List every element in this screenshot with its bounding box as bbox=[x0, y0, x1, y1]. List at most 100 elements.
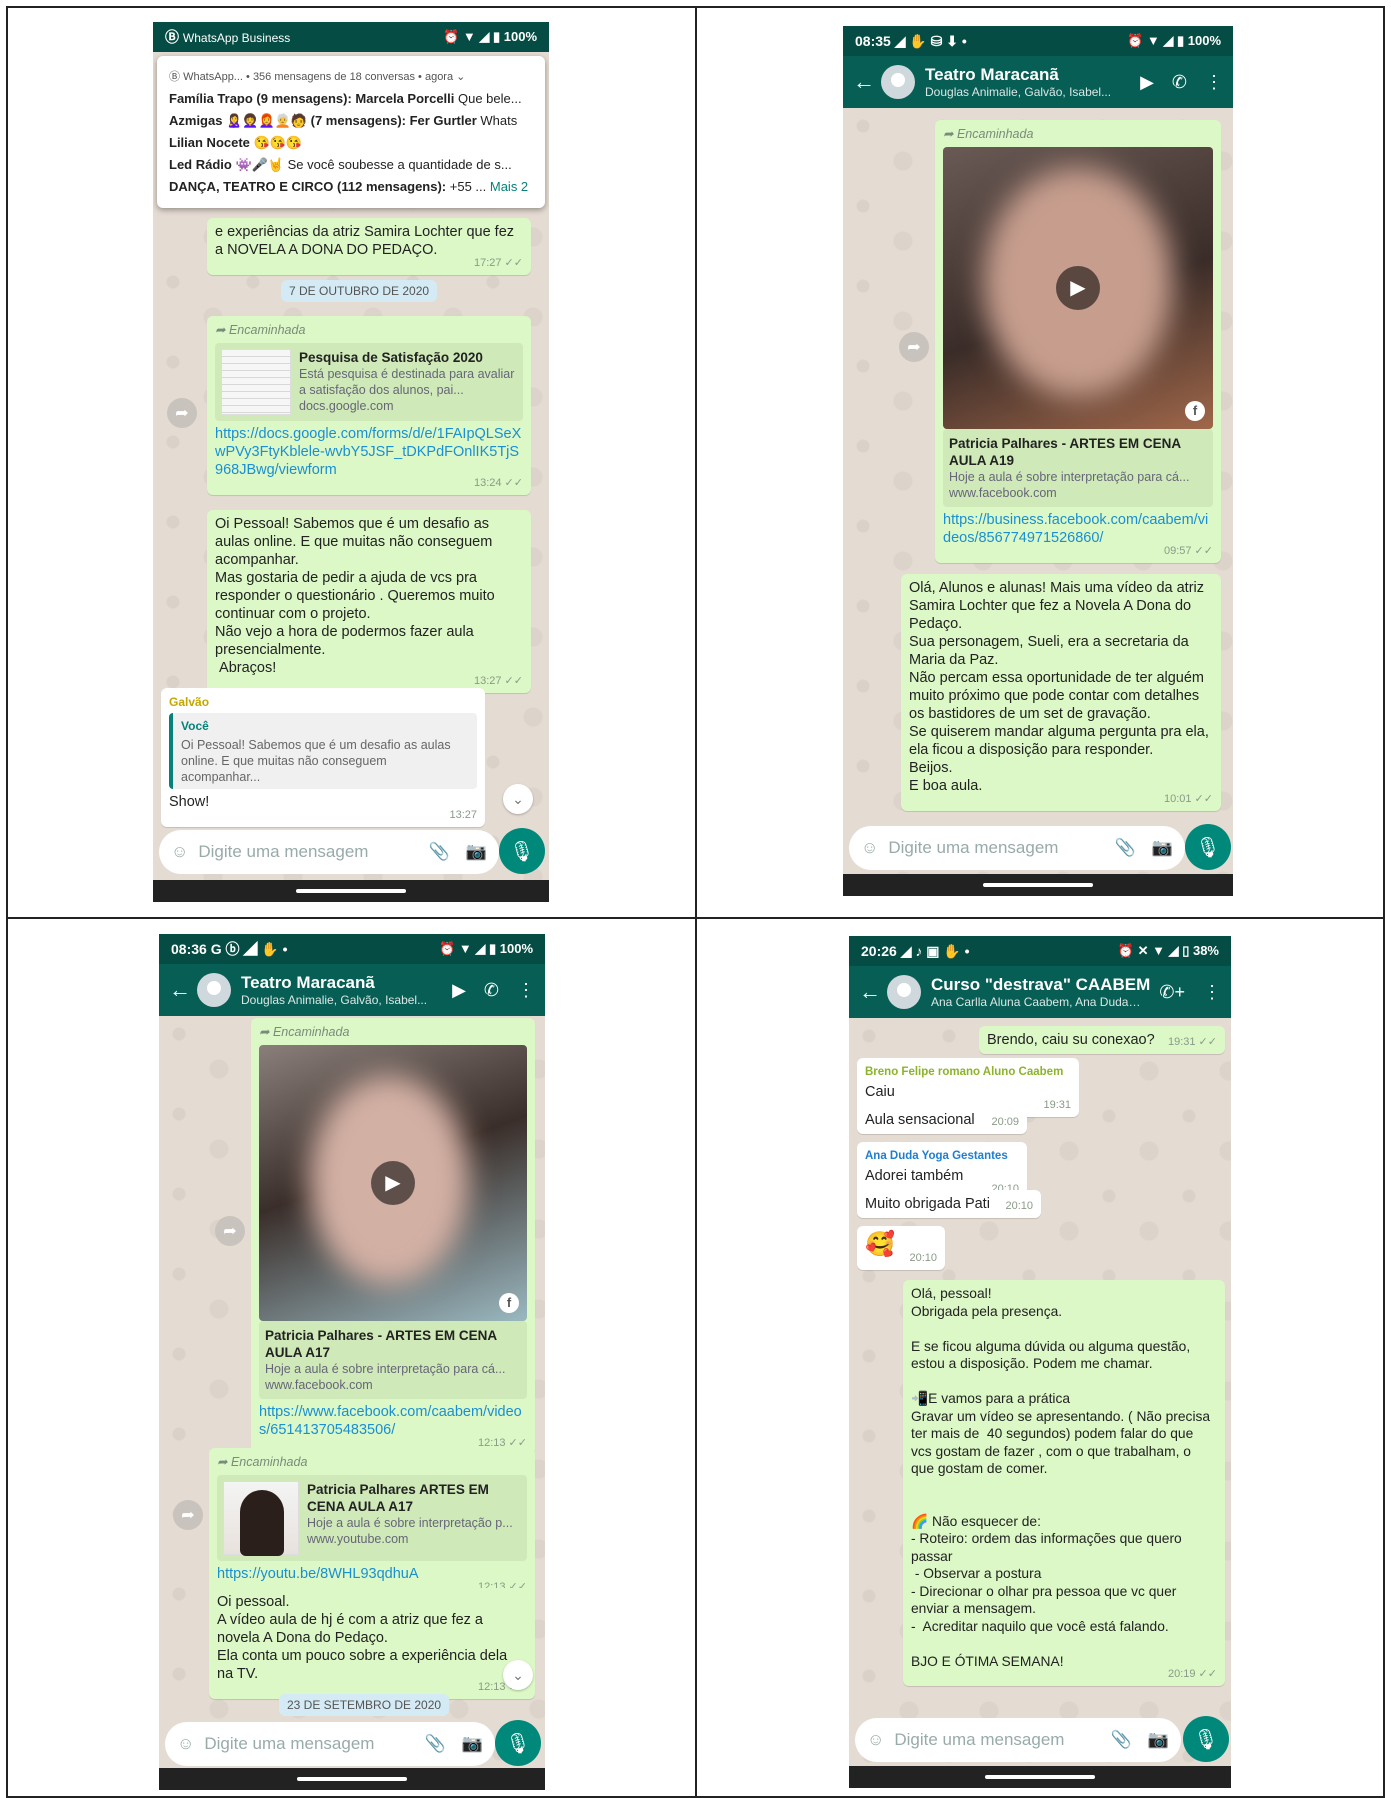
mic-icon[interactable]: 🎙 bbox=[495, 1720, 541, 1766]
mic-icon[interactable]: 🎙 bbox=[1185, 824, 1231, 870]
camera-icon[interactable]: 📷 bbox=[1148, 1730, 1169, 1750]
phone-1: Ⓑ WhatsApp Business ⏰ ▼ ◢ ▮ 100% e exper… bbox=[153, 22, 549, 902]
message-text: Brendo, caiu su conexao? bbox=[987, 1032, 1155, 1048]
attach-icon[interactable]: 📎 bbox=[429, 842, 450, 862]
preview-domain: www.facebook.com bbox=[949, 486, 1057, 500]
mic-icon[interactable]: 🎙 bbox=[499, 828, 545, 874]
more-notifications-link[interactable]: Mais 2 bbox=[490, 179, 528, 194]
forwarded-label: Encaminhada bbox=[228, 323, 306, 337]
forward-icon[interactable]: ➦ bbox=[215, 1216, 245, 1246]
message-bubble-incoming[interactable]: Aula sensacional 20:09 bbox=[857, 1106, 1027, 1134]
attach-icon[interactable]: 📎 bbox=[1115, 838, 1136, 858]
link-preview[interactable]: Patricia Palhares - ARTES EM CENA AULA A… bbox=[943, 429, 1213, 507]
scroll-down-icon[interactable]: ⌄ bbox=[503, 1660, 533, 1690]
link-preview[interactable]: Patricia Palhares - ARTES EM CENA AULA A… bbox=[259, 1321, 527, 1399]
forwarded-label: Encaminhada bbox=[956, 127, 1034, 141]
message-bubble[interactable]: e experiências da atriz Samira Lochter q… bbox=[207, 218, 531, 275]
message-bubble[interactable]: Brendo, caiu su conexao? 19:31 ✓✓ bbox=[979, 1026, 1225, 1054]
attach-icon[interactable]: 📎 bbox=[425, 1734, 446, 1754]
message-bubble-forwarded[interactable]: ➦ Encaminhada ▶ f Patricia Palhares - AR… bbox=[251, 1018, 535, 1455]
message-input[interactable]: ☺ Digite uma mensagem 📎 📷 bbox=[165, 1722, 495, 1766]
preview-thumbnail bbox=[221, 349, 291, 415]
status-app-name: WhatsApp Business bbox=[182, 31, 291, 45]
message-input[interactable]: ☺ Digite uma mensagem 📎 📷 bbox=[855, 1718, 1181, 1762]
back-arrow-icon[interactable]: ← bbox=[169, 977, 191, 1003]
notification-card[interactable]: Ⓑ WhatsApp... • 356 mensagens de 18 conv… bbox=[157, 56, 545, 208]
chat-header[interactable]: ← Teatro Maracanã Douglas Animalie, Galv… bbox=[159, 964, 545, 1016]
chat-title: Curso "destrava" CAABEM bbox=[931, 975, 1151, 994]
emoji-icon[interactable]: ☺ bbox=[867, 1730, 884, 1750]
notification-header: WhatsApp... • 356 mensagens de 18 conver… bbox=[183, 71, 454, 83]
phone-4: 20:26 ◢ ♪ ▣ ✋ • ⏰ ✕ ▼ ◢ ▯ 38% ← Curso "d… bbox=[849, 936, 1231, 1788]
chevron-down-icon[interactable]: ⌄ bbox=[456, 71, 465, 83]
scroll-down-icon[interactable]: ⌄ bbox=[503, 784, 533, 814]
link-preview[interactable]: Patricia Palhares ARTES EM CENA AULA A17… bbox=[217, 1475, 527, 1561]
preview-title: Patricia Palhares ARTES EM CENA AULA A17 bbox=[307, 1482, 489, 1514]
preview-title: Pesquisa de Satisfação 2020 bbox=[299, 350, 483, 365]
quoted-message[interactable]: Você Oi Pessoal! Sabemos que é um desafi… bbox=[169, 713, 477, 789]
navigation-bar bbox=[849, 1766, 1231, 1788]
phone-icon[interactable]: ✆ bbox=[1172, 72, 1187, 93]
message-input[interactable]: ☺ Digite uma mensagem 📎 📷 bbox=[849, 826, 1185, 870]
emoji-icon[interactable]: ☺ bbox=[171, 842, 188, 862]
phone-icon[interactable]: ✆ bbox=[484, 980, 499, 1001]
message-bubble[interactable]: Olá, pessoal! Obrigada pela presença. E … bbox=[903, 1280, 1225, 1686]
message-bubble[interactable]: Oi Pessoal! Sabemos que é um desafio as … bbox=[207, 510, 531, 693]
chat-header[interactable]: ← Teatro Maracanã Douglas Animalie, Galv… bbox=[843, 56, 1233, 108]
notification-sender: DANÇA, TEATRO E CIRCO (112 mensagens): bbox=[169, 179, 447, 194]
video-thumbnail[interactable]: ▶ f bbox=[259, 1045, 527, 1321]
message-input[interactable]: ☺ Digite uma mensagem 📎 📷 bbox=[159, 830, 499, 874]
message-bubble-forwarded[interactable]: ➦ Encaminhada ▶ f Patricia Palhares - AR… bbox=[935, 120, 1221, 563]
notification-sender: Família Trapo (9 mensagens): Marcela Por… bbox=[169, 91, 455, 106]
message-bubble-incoming[interactable]: 🥰 20:10 bbox=[857, 1226, 945, 1270]
message-link[interactable]: https://docs.google.com/forms/d/e/1FAIpQ… bbox=[215, 425, 523, 479]
message-bubble[interactable]: Oi pessoal. A vídeo aula de hj é com a a… bbox=[209, 1588, 535, 1699]
message-bubble-incoming[interactable]: Muito obrigada Pati 20:10 bbox=[857, 1190, 1041, 1218]
date-separator: 7 DE OUTUBRO DE 2020 bbox=[281, 280, 438, 302]
preview-description: Está pesquisa é destinada para avaliar a… bbox=[299, 367, 515, 397]
preview-title: Patricia Palhares - ARTES EM CENA AULA A… bbox=[949, 436, 1181, 468]
back-arrow-icon[interactable]: ← bbox=[859, 979, 881, 1005]
message-bubble[interactable]: Olá, Alunos e alunas! Mais uma vídeo da … bbox=[901, 574, 1221, 811]
mic-icon[interactable]: 🎙 bbox=[1183, 1716, 1229, 1762]
play-icon[interactable]: ▶ bbox=[1056, 266, 1100, 310]
emoji-icon[interactable]: ☺ bbox=[861, 838, 878, 858]
group-avatar[interactable] bbox=[197, 973, 231, 1007]
battery-level: 100% bbox=[503, 29, 537, 44]
status-icons: ⏰ ▼ ◢ ▮ bbox=[1127, 33, 1188, 48]
battery-level: 100% bbox=[499, 941, 533, 956]
group-avatar[interactable] bbox=[887, 975, 921, 1009]
forward-icon[interactable]: ➦ bbox=[167, 398, 197, 428]
message-sender: Ana Duda Yoga Gestantes bbox=[865, 1150, 1008, 1162]
facebook-icon: f bbox=[499, 1293, 519, 1313]
message-text: Muito obrigada Pati bbox=[865, 1196, 990, 1212]
video-call-icon[interactable]: ▶ bbox=[1140, 72, 1154, 93]
grid-divider-horizontal bbox=[6, 917, 1385, 919]
more-options-icon[interactable]: ⋮ bbox=[517, 980, 535, 1001]
message-bubble-forwarded[interactable]: ➦ Encaminhada Patricia Palhares ARTES EM… bbox=[209, 1448, 535, 1599]
camera-icon[interactable]: 📷 bbox=[1152, 838, 1173, 858]
add-call-icon[interactable]: ✆+ bbox=[1159, 982, 1185, 1003]
forward-icon[interactable]: ➦ bbox=[173, 1500, 203, 1530]
forwarded-arrow-icon: ➦ bbox=[943, 127, 957, 141]
emoji-icon[interactable]: ☺ bbox=[177, 1734, 194, 1754]
group-avatar[interactable] bbox=[881, 65, 915, 99]
forwarded-arrow-icon: ➦ bbox=[215, 323, 229, 337]
attach-icon[interactable]: 📎 bbox=[1111, 1730, 1132, 1750]
camera-icon[interactable]: 📷 bbox=[466, 842, 487, 862]
link-preview[interactable]: Pesquisa de Satisfação 2020 Está pesquis… bbox=[215, 343, 523, 421]
more-options-icon[interactable]: ⋮ bbox=[1205, 72, 1223, 93]
camera-icon[interactable]: 📷 bbox=[462, 1734, 483, 1754]
message-time: 20:19 ✓✓ bbox=[1167, 1668, 1217, 1680]
chat-header[interactable]: ← Curso "destrava" CAABEM Ana Carlla Alu… bbox=[849, 966, 1231, 1018]
message-text: Olá, pessoal! Obrigada pela presença. E … bbox=[911, 1286, 1211, 1669]
video-thumbnail[interactable]: ▶ f bbox=[943, 147, 1213, 429]
more-options-icon[interactable]: ⋮ bbox=[1203, 982, 1221, 1003]
notification-text: 😘😘😘 bbox=[249, 135, 303, 150]
play-icon[interactable]: ▶ bbox=[371, 1161, 415, 1205]
forward-icon[interactable]: ➦ bbox=[899, 332, 929, 362]
message-bubble-incoming[interactable]: Galvão Você Oi Pessoal! Sabemos que é um… bbox=[161, 688, 485, 827]
back-arrow-icon[interactable]: ← bbox=[853, 69, 875, 95]
message-bubble-forwarded[interactable]: ➦ Encaminhada Pesquisa de Satisfação 202… bbox=[207, 316, 531, 495]
video-call-icon[interactable]: ▶ bbox=[452, 980, 466, 1001]
